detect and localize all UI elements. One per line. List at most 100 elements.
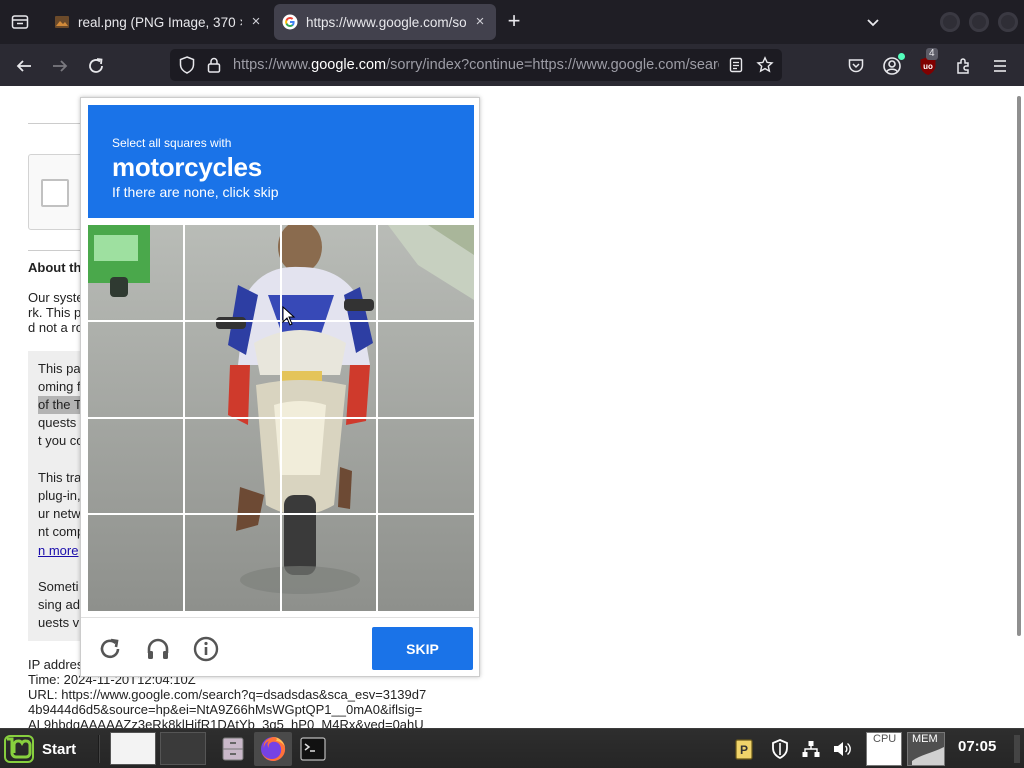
mouse-cursor-icon: [282, 306, 296, 326]
recaptcha-challenge: Select all squares with motorcycles If t…: [80, 97, 480, 677]
url-prefix: https://www.: [233, 57, 312, 73]
google-icon: [282, 14, 298, 30]
about-heading: About th: [28, 260, 82, 275]
tab-title: https://www.google.com/sorry/index?conti…: [306, 14, 466, 30]
info-box-line: uests v: [38, 615, 80, 630]
terminal-icon: [300, 737, 326, 761]
start-label: Start: [42, 740, 77, 758]
account-button[interactable]: [880, 53, 905, 78]
firefox-view-button[interactable]: [6, 9, 34, 35]
info-box-line: of the T: [38, 396, 82, 414]
target-object-text: motorcycles: [112, 152, 262, 182]
taskbar: Start P CPU MEM 07:05: [0, 728, 1024, 768]
grid-divider: [88, 320, 474, 322]
close-tab-icon[interactable]: ×: [248, 14, 264, 30]
challenge-image-grid[interactable]: [88, 225, 474, 611]
shield-tray-icon[interactable]: [769, 738, 791, 760]
grid-divider: [88, 513, 474, 515]
file-cabinet-icon: [222, 737, 244, 761]
learn-more-link[interactable]: n more: [38, 542, 78, 560]
terminal-launcher[interactable]: [298, 732, 328, 766]
url-domain: google.com: [311, 57, 387, 73]
minimize-button[interactable]: [940, 12, 960, 32]
url-line: AL9hbdgAAAAAZz3eRk8klHifR1DAtYb_3g5_hP0_…: [28, 717, 424, 728]
info-box-line: plug-in,: [38, 488, 81, 503]
challenge-header: Select all squares with motorcycles If t…: [88, 105, 474, 218]
reload-icon: [89, 58, 103, 73]
info-box-line: nt comp: [38, 524, 85, 539]
workspace-2[interactable]: [160, 732, 206, 765]
firefox-taskbar-item[interactable]: [254, 732, 292, 766]
divider: [28, 123, 88, 124]
navigation-toolbar: https://www.google.com/sorry/index?conti…: [0, 44, 1024, 86]
tab-real-png[interactable]: real.png (PNG Image, 370 × ... ×: [46, 4, 272, 40]
address-bar[interactable]: https://www.google.com/sorry/index?conti…: [170, 49, 782, 81]
footer-divider: [81, 617, 479, 618]
app-menu-button[interactable]: [988, 54, 1012, 78]
pocket-icon: [848, 59, 864, 73]
volume-icon[interactable]: [831, 738, 853, 760]
maximize-button[interactable]: [969, 12, 989, 32]
info-box-line: quests: [38, 415, 77, 430]
help-button[interactable]: [191, 634, 221, 664]
network-icon[interactable]: [800, 738, 822, 760]
url-text[interactable]: https://www.google.com/sorry/index?conti…: [233, 57, 719, 73]
file-manager-launcher[interactable]: [216, 732, 250, 766]
reload-button[interactable]: [84, 54, 108, 78]
start-menu-button[interactable]: Start: [4, 733, 76, 765]
headphones-icon: [147, 638, 169, 659]
firefox-icon: [261, 736, 286, 761]
extension-badge: 4: [926, 48, 938, 60]
show-desktop-button[interactable]: [1014, 735, 1020, 763]
info-box-line: sing ad: [38, 597, 80, 612]
clipboard-manager-icon[interactable]: P: [733, 738, 755, 760]
instruction-text: Select all squares with: [112, 136, 232, 150]
sync-dot: [898, 53, 905, 60]
svg-text:P: P: [740, 743, 748, 757]
image-file-icon: [55, 16, 69, 28]
cpu-monitor[interactable]: CPU: [866, 732, 902, 766]
close-tab-icon[interactable]: ×: [472, 14, 488, 30]
hamburger-menu-icon: [994, 60, 1006, 72]
info-box-line: This pa: [38, 361, 81, 376]
info-box-line: oming f: [38, 379, 81, 394]
url-path: /sorry/index?continue=https://www.google…: [386, 57, 719, 73]
audio-challenge-button[interactable]: [143, 634, 173, 664]
tab-title: real.png (PNG Image, 370 × ...: [78, 14, 242, 30]
close-window-button[interactable]: [998, 12, 1018, 32]
back-arrow-icon: [16, 60, 31, 72]
memory-monitor[interactable]: MEM: [907, 732, 945, 766]
lock-icon[interactable]: [205, 56, 223, 74]
info-icon: [193, 636, 219, 662]
ublock-extension-button[interactable]: uo 4: [916, 48, 940, 78]
tracking-protection-icon[interactable]: [178, 56, 196, 74]
page-scrollbar[interactable]: [1017, 96, 1021, 636]
list-all-tabs-icon[interactable]: [864, 13, 882, 31]
info-box-line: t you co: [38, 433, 84, 448]
pocket-button[interactable]: [844, 54, 868, 78]
taskbar-separator: [98, 735, 100, 763]
back-button[interactable]: [12, 54, 36, 78]
grid-divider: [88, 417, 474, 419]
reader-view-icon[interactable]: [727, 56, 745, 74]
tab-google-sorry[interactable]: https://www.google.com/sorry/index?conti…: [274, 4, 496, 40]
forward-button[interactable]: [48, 54, 72, 78]
reload-challenge-button[interactable]: [95, 634, 125, 664]
info-box-line: This tra: [38, 470, 82, 485]
clock[interactable]: 07:05: [958, 738, 996, 755]
reload-icon: [100, 638, 120, 659]
divider: [28, 250, 88, 251]
info-box-line: ur netw: [38, 506, 81, 521]
forward-arrow-icon: [53, 60, 68, 72]
workspace-1[interactable]: [110, 732, 156, 765]
svg-text:uo: uo: [923, 62, 933, 71]
bookmark-star-icon[interactable]: [756, 56, 774, 74]
info-box-line: Someti: [38, 579, 79, 594]
puzzle-icon: [957, 58, 969, 74]
skip-button[interactable]: SKIP: [372, 627, 473, 670]
extensions-button[interactable]: [952, 54, 976, 78]
new-tab-button[interactable]: +: [503, 10, 525, 33]
cpu-label: CPU: [873, 733, 897, 745]
firefox-view-icon: [11, 15, 29, 29]
not-robot-checkbox[interactable]: [41, 179, 69, 207]
